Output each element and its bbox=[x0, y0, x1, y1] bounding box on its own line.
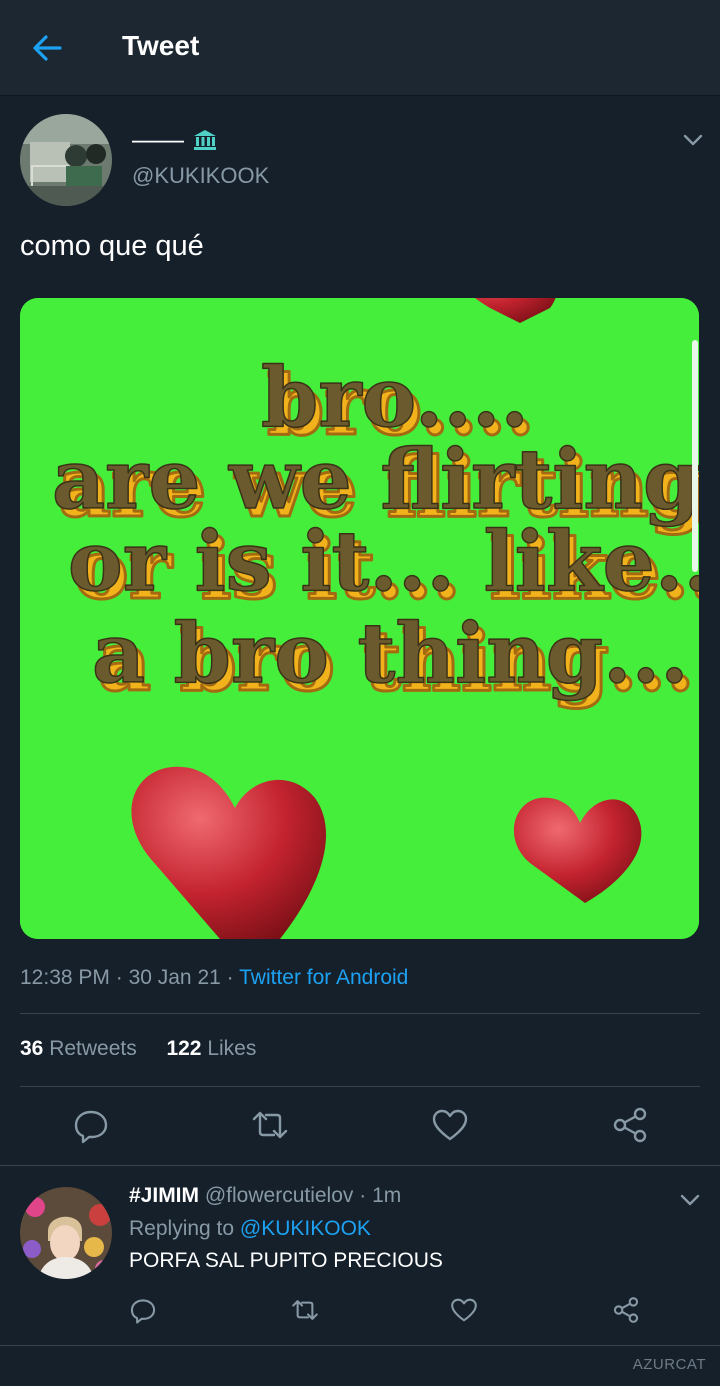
reply-icon bbox=[130, 1299, 156, 1324]
tweet-meta: 12:38 PM · 30 Jan 21 · Twitter for Andro… bbox=[20, 966, 409, 989]
like-button[interactable] bbox=[431, 1106, 469, 1144]
reply-retweet-button[interactable] bbox=[290, 1296, 320, 1324]
image-line-3-face: or is it... like... bbox=[68, 514, 699, 610]
bank-icon bbox=[194, 129, 216, 150]
divider bbox=[20, 1086, 700, 1087]
chevron-down-icon bbox=[680, 1194, 700, 1206]
retweet-button[interactable] bbox=[250, 1106, 290, 1144]
back-arrow-icon bbox=[33, 35, 62, 61]
likes-stat[interactable]: 122 Likes bbox=[166, 1037, 256, 1060]
like-icon bbox=[451, 1298, 477, 1322]
share-icon bbox=[613, 1297, 639, 1323]
reply-handle: @flowercutielov bbox=[204, 1184, 354, 1207]
reply-header: #JIMIM @flowercutielov · 1m bbox=[129, 1184, 402, 1207]
retweet-icon bbox=[292, 1300, 318, 1320]
reply-avatar-image bbox=[20, 1187, 112, 1279]
replying-prefix: Replying to bbox=[129, 1217, 235, 1240]
reply-time: 1m bbox=[372, 1184, 402, 1207]
author-avatar-image bbox=[20, 114, 112, 206]
share-button[interactable] bbox=[611, 1106, 649, 1144]
reply-icon bbox=[74, 1110, 108, 1144]
like-icon bbox=[432, 1109, 468, 1141]
top-bar: Tweet bbox=[0, 0, 720, 95]
tweet-time: 12:38 PM bbox=[20, 966, 110, 989]
reply-share-button[interactable] bbox=[612, 1296, 640, 1324]
reply-avatar[interactable] bbox=[20, 1187, 112, 1279]
divider bbox=[20, 1013, 700, 1014]
image-line-4-face: a bro thing... bbox=[92, 606, 689, 702]
watermark: AZURCAT bbox=[632, 1356, 706, 1373]
tweet-source-link[interactable]: Twitter for Android bbox=[239, 966, 408, 989]
reply-button[interactable] bbox=[72, 1106, 110, 1144]
share-icon bbox=[613, 1107, 647, 1143]
tweet-text: como que qué bbox=[20, 230, 204, 262]
tweet-image[interactable]: bro.... are we flirting or is it... like… bbox=[20, 298, 699, 939]
divider bbox=[0, 1165, 720, 1166]
chevron-down-icon bbox=[683, 134, 703, 146]
scroll-indicator bbox=[692, 340, 698, 572]
tweet-date: 30 Jan 21 bbox=[128, 966, 221, 989]
reply-options-button[interactable] bbox=[677, 1188, 703, 1212]
reply-like-button[interactable] bbox=[450, 1296, 478, 1324]
meme-image: bro.... are we flirting or is it... like… bbox=[20, 298, 699, 939]
tweet-options-button[interactable] bbox=[680, 128, 706, 152]
author-avatar[interactable] bbox=[20, 114, 112, 206]
tweet-stats: 36 Retweets 122 Likes bbox=[20, 1037, 256, 1061]
retweets-stat[interactable]: 36 Retweets bbox=[20, 1037, 137, 1060]
retweet-icon bbox=[252, 1111, 288, 1139]
author-display-name: —— bbox=[132, 124, 184, 154]
reply-reply-button[interactable] bbox=[129, 1296, 157, 1324]
replying-to-link[interactable]: @KUKIKOOK bbox=[240, 1217, 371, 1240]
reply-display-name: #JIMIM bbox=[129, 1184, 200, 1207]
author-name-line: —— bbox=[132, 124, 218, 155]
author-handle: @KUKIKOOK bbox=[132, 163, 270, 188]
reply-text: PORFA SAL PUPITO PRECIOUS bbox=[129, 1249, 443, 1272]
divider bbox=[0, 1345, 720, 1346]
replying-to: Replying to @KUKIKOOK bbox=[129, 1217, 371, 1241]
back-button[interactable] bbox=[26, 28, 70, 68]
page-title: Tweet bbox=[122, 30, 200, 61]
